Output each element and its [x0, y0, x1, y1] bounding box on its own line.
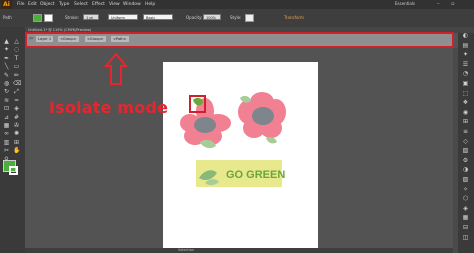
status-bar [25, 248, 453, 253]
status-tool-name: Selection [178, 248, 195, 252]
isolate-mode-annotation: Isolate mode [49, 98, 169, 117]
go-green-text: GO GREEN [226, 169, 285, 181]
artwork-layer: GO GREEN [103, 52, 286, 187]
flower-right [238, 92, 286, 144]
annotation-arrow-icon [103, 52, 129, 85]
